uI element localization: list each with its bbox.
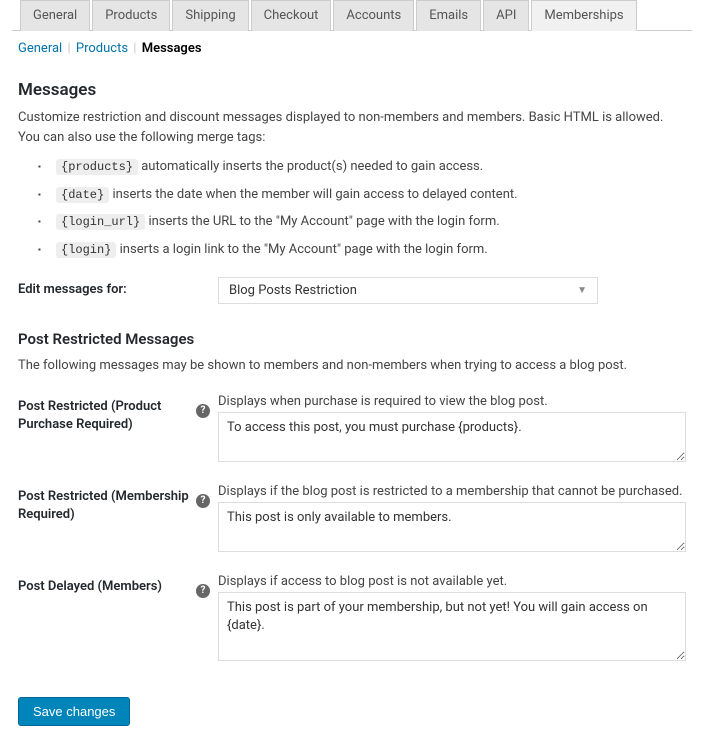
merge-tag-item: {date} inserts the date when the member … [38, 185, 686, 205]
field-hint: Displays when purchase is required to vi… [218, 394, 686, 409]
field-membership-required: Post Restricted (Membership Required) ? … [18, 484, 686, 556]
merge-tag-code: {products} [56, 159, 138, 175]
field-hint: Displays if access to blog post is not a… [218, 574, 686, 589]
chevron-down-icon: ▼ [567, 285, 597, 296]
help-icon[interactable]: ? [196, 404, 210, 418]
separator: | [133, 41, 136, 56]
field-label: Post Delayed (Members) [18, 574, 196, 596]
delayed-textarea[interactable] [218, 592, 686, 661]
field-hint: Displays if the blog post is restricted … [218, 484, 686, 499]
main-tabs: General Products Shipping Checkout Accou… [12, 0, 692, 31]
intro-text: Customize restriction and discount messa… [18, 108, 686, 147]
field-product-required: Post Restricted (Product Purchase Requir… [18, 394, 686, 466]
tab-products[interactable]: Products [92, 0, 170, 31]
subnav-products[interactable]: Products [76, 41, 128, 56]
tab-emails[interactable]: Emails [416, 0, 481, 31]
merge-tag-item: {login} inserts a login link to the "My … [38, 240, 686, 260]
edit-messages-for-row: Edit messages for: Blog Posts Restrictio… [18, 277, 686, 304]
subnav-general[interactable]: General [18, 41, 62, 56]
tab-checkout[interactable]: Checkout [251, 0, 332, 31]
field-label: Post Restricted (Membership Required) [18, 484, 196, 524]
separator: | [67, 41, 70, 56]
field-delayed: Post Delayed (Members) ? Displays if acc… [18, 574, 686, 665]
sub-nav: General | Products | Messages [12, 31, 692, 66]
merge-tag-list: {products} automatically inserts the pro… [38, 157, 686, 259]
tab-api[interactable]: API [483, 0, 529, 31]
subnav-messages: Messages [142, 41, 202, 56]
help-icon[interactable]: ? [196, 584, 210, 598]
help-icon[interactable]: ? [196, 494, 210, 508]
select-value: Blog Posts Restriction [219, 278, 567, 303]
subsection-desc: The following messages may be shown to m… [18, 356, 686, 376]
merge-tag-item: {login_url} inserts the URL to the "My A… [38, 212, 686, 232]
edit-messages-label: Edit messages for: [18, 277, 196, 299]
merge-tag-item: {products} automatically inserts the pro… [38, 157, 686, 177]
tab-accounts[interactable]: Accounts [333, 0, 414, 31]
product-required-textarea[interactable] [218, 412, 686, 462]
field-label: Post Restricted (Product Purchase Requir… [18, 394, 196, 434]
merge-tag-code: {date} [56, 187, 109, 203]
tab-shipping[interactable]: Shipping [172, 0, 248, 31]
tab-memberships[interactable]: Memberships [531, 0, 636, 31]
edit-messages-select[interactable]: Blog Posts Restriction ▼ [218, 277, 598, 304]
merge-tag-code: {login} [56, 242, 116, 258]
save-button[interactable]: Save changes [18, 697, 130, 726]
membership-required-textarea[interactable] [218, 502, 686, 552]
tab-general[interactable]: General [20, 0, 90, 31]
subsection-heading: Post Restricted Messages [18, 330, 686, 348]
merge-tag-code: {login_url} [56, 214, 145, 230]
section-heading: Messages [18, 80, 686, 100]
